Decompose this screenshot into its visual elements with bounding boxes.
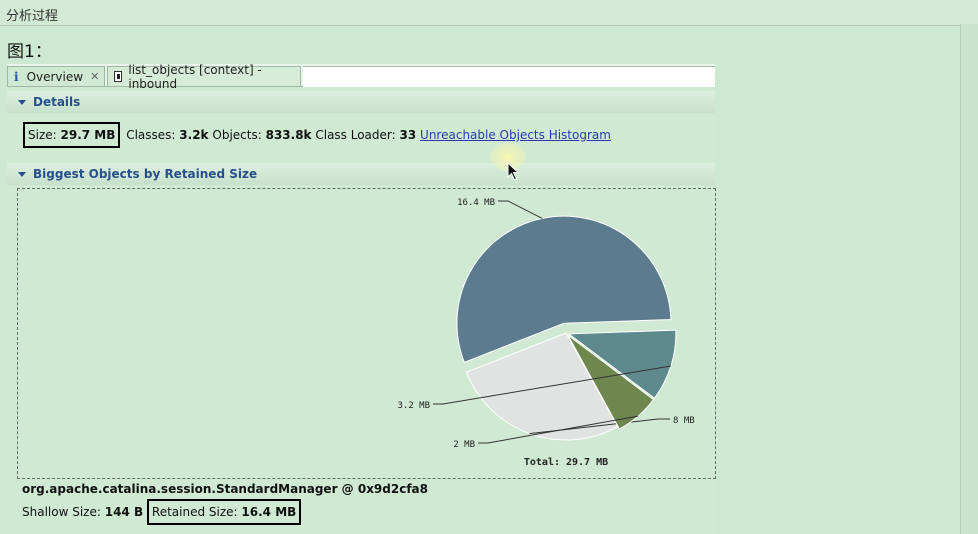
shallow-size-value: 144 B	[104, 505, 144, 519]
info-icon: i	[14, 69, 19, 84]
pie-slice-label: 2 MB	[453, 440, 475, 450]
biggest-objects-section-header[interactable]: Biggest Objects by Retained Size	[7, 163, 715, 185]
collapse-triangle-icon[interactable]	[18, 99, 26, 105]
pie-leader-line	[498, 200, 543, 219]
classes-label: Classes:	[126, 128, 176, 142]
details-section-header[interactable]: Details	[7, 91, 715, 113]
pie-slice-label: 16.4 MB	[457, 198, 495, 208]
tab-bar-empty-area	[303, 66, 715, 87]
details-summary: Size: 29.7 MB Classes: 3.2k Objects: 833…	[23, 122, 611, 148]
page-title: 分析过程	[6, 9, 59, 24]
pie-slice-label: 3.2 MB	[397, 401, 430, 411]
pie-total-label: Total: 29.7 MB	[524, 457, 608, 468]
objects-value: 833.8k	[265, 128, 312, 142]
mouse-pointer-icon	[507, 162, 520, 181]
figure-caption: 图1：	[7, 42, 52, 62]
biggest-objects-header-label: Biggest Objects by Retained Size	[33, 167, 258, 181]
size-label: Size:	[28, 128, 57, 142]
selected-object-name: org.apache.catalina.session.StandardMana…	[22, 482, 429, 496]
retained-size-label: Retained Size:	[151, 505, 238, 519]
right-scrollbar[interactable]	[960, 24, 978, 534]
document-icon	[114, 71, 123, 82]
tab-list-objects-label: list_objects [context] -inbound	[128, 62, 262, 91]
class-loader-label: Class Loader:	[315, 128, 396, 142]
selected-object-sizes: Shallow Size: 144 B Retained Size: 16.4 …	[22, 499, 302, 525]
details-header-label: Details	[33, 95, 81, 109]
classes-value: 3.2k	[179, 128, 209, 142]
collapse-triangle-icon[interactable]	[18, 171, 26, 177]
tab-list-objects[interactable]: list_objects [context] -inbound	[107, 63, 301, 91]
app-root: 分析过程 图1： i Overview ✕ list_objects [cont…	[0, 0, 978, 534]
size-highlight-box: Size: 29.7 MB	[23, 122, 121, 148]
objects-label: Objects:	[212, 128, 262, 142]
top-header: 分析过程	[0, 0, 978, 26]
unreachable-histogram-link[interactable]: Unreachable Objects Histogram	[420, 128, 611, 142]
tab-bar: i Overview ✕ list_objects [context] -inb…	[7, 63, 715, 91]
tab-overview-label: Overview	[26, 69, 84, 84]
pie-chart-area: 16.4 MB 8 MB 2 MB 3.2 MB Total: 29.7 MB	[17, 188, 716, 479]
shallow-size-label: Shallow Size:	[22, 505, 101, 519]
pie-chart: 16.4 MB 8 MB 2 MB 3.2 MB Total: 29.7 MB	[397, 198, 695, 468]
tab-overview[interactable]: i Overview ✕	[7, 66, 105, 86]
pie-slice-label: 8 MB	[673, 416, 695, 426]
close-icon[interactable]: ✕	[90, 70, 99, 83]
class-loader-value: 33	[399, 128, 417, 142]
overview-panel: i Overview ✕ list_objects [context] -inb…	[7, 63, 716, 534]
retained-size-highlight-box: Retained Size: 16.4 MB	[146, 499, 302, 525]
retained-size-value: 16.4 MB	[241, 505, 297, 519]
size-value: 29.7 MB	[60, 128, 116, 142]
